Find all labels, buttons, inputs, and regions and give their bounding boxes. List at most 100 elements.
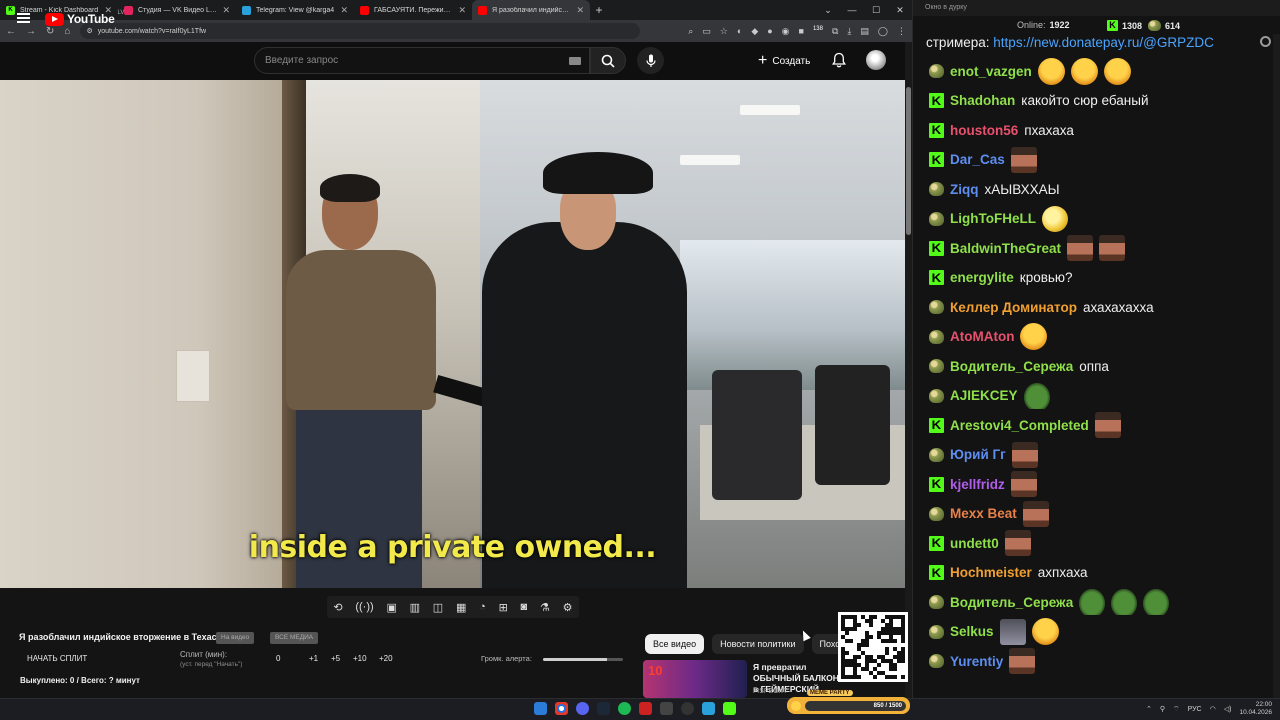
settings-gear-icon[interactable]: ⚙ <box>563 601 573 614</box>
chat-username[interactable]: Келлер Доминатор <box>950 300 1077 315</box>
telegram-icon[interactable] <box>702 702 715 715</box>
chat-username[interactable]: LighToFHeLL <box>950 211 1036 226</box>
chat-username[interactable]: Водитель_Сережа <box>950 595 1073 610</box>
forward-icon[interactable]: → <box>26 26 36 37</box>
extension-icon[interactable]: ◆ <box>751 26 758 37</box>
alert-volume-slider[interactable] <box>543 658 623 661</box>
camera-icon[interactable]: ◙ <box>521 601 528 613</box>
obs-icon[interactable] <box>681 702 694 715</box>
chat-username[interactable]: BaldwinTheGreat <box>950 241 1061 256</box>
input-language[interactable]: РУС <box>1188 706 1202 713</box>
browser-tab[interactable]: Студия — VK Видео Live ✕ <box>118 0 236 20</box>
browser-tab[interactable]: Telegram: View @karga4 ✕ <box>236 0 354 20</box>
profile-icon[interactable]: ◯ <box>878 26 888 37</box>
recommended-thumbnail[interactable]: 10 <box>643 660 747 698</box>
app-icon[interactable] <box>660 702 673 715</box>
youtube-logo[interactable]: YouTube LV <box>45 10 124 26</box>
chat-username[interactable]: undett0 <box>950 536 999 551</box>
chat-username[interactable]: energylite <box>950 270 1014 285</box>
create-button[interactable]: + Создать <box>758 49 810 73</box>
donate-link[interactable]: https://new.donatepay.ru/@GRPZDC <box>993 35 1214 50</box>
address-bar[interactable]: ⚙ youtube.com/watch?v=raIf0yL1Tfw <box>80 23 641 39</box>
extension-icon[interactable]: ● <box>767 26 772 37</box>
add-20-button[interactable]: +20 <box>379 654 393 663</box>
chip-politics-news[interactable]: Новости политики <box>712 634 804 654</box>
close-tab-icon[interactable]: ✕ <box>340 5 348 16</box>
chat-username[interactable]: Ziqq <box>950 182 979 197</box>
clip-icon[interactable]: ▥ <box>410 601 420 614</box>
network-icon[interactable]: ⌔ <box>1173 705 1180 714</box>
chat-username[interactable]: Shadohan <box>950 93 1015 108</box>
extension-icon[interactable]: ◐ <box>737 26 742 37</box>
chat-username[interactable]: Dar_Cas <box>950 152 1005 167</box>
page-scrollbar[interactable] <box>905 42 912 698</box>
spotify-icon[interactable] <box>618 702 631 715</box>
add-5-button[interactable]: +5 <box>331 654 340 663</box>
search-button[interactable] <box>590 47 626 74</box>
chat-scrollbar[interactable] <box>1273 34 1280 698</box>
close-window-button[interactable]: ✕ <box>888 0 912 20</box>
mic-tray-icon[interactable]: ⚲ <box>1160 705 1165 713</box>
extension-icon[interactable]: ■ <box>799 26 804 37</box>
video-player[interactable]: inside a private owned... <box>0 80 905 588</box>
list-icon[interactable]: ▦ <box>456 601 466 614</box>
close-tab-icon[interactable]: ✕ <box>458 5 466 16</box>
home-icon[interactable]: ⌂ <box>64 26 70 37</box>
menu-icon[interactable] <box>17 13 30 23</box>
chat-username[interactable]: Yurentiy <box>950 654 1003 669</box>
discord-icon[interactable] <box>576 702 589 715</box>
chat-username[interactable]: Mexx Beat <box>950 506 1017 521</box>
chat-username[interactable]: AtoMAton <box>950 329 1014 344</box>
split-icon[interactable]: ▤ <box>860 26 869 37</box>
add-1-button[interactable]: +1 <box>309 654 318 663</box>
chrome-icon[interactable] <box>555 702 568 715</box>
browser-tab[interactable]: Я разоблачил индийское… ✕ <box>472 0 590 20</box>
site-info-icon[interactable]: ⚙ <box>86 27 92 35</box>
volume-icon[interactable]: ◁) <box>1224 705 1232 713</box>
flask-icon[interactable]: ⚗ <box>540 601 550 614</box>
reload-icon[interactable]: ↻ <box>46 26 54 37</box>
bookmark-star-icon[interactable]: ☆ <box>720 26 728 37</box>
zoom-icon[interactable]: ⌕ <box>688 26 693 37</box>
close-tab-icon[interactable]: ✕ <box>576 5 584 16</box>
tag-pill[interactable]: На видео <box>216 632 255 644</box>
keyboard-icon[interactable] <box>569 57 581 65</box>
speed-icon[interactable]: ◔ <box>479 601 486 613</box>
steam-icon[interactable] <box>597 702 610 715</box>
tray-chevron-icon[interactable]: ⌃ <box>1146 705 1152 713</box>
download-icon[interactable]: ⤓ <box>847 26 851 37</box>
extensions-puzzle-icon[interactable]: ⧉ <box>832 26 838 37</box>
watch-later-icon[interactable]: ▣ <box>386 601 396 614</box>
chat-username[interactable]: Юрий Гг <box>950 447 1006 462</box>
add-10-button[interactable]: +10 <box>353 654 367 663</box>
chip-all-videos[interactable]: Все видео <box>645 634 705 654</box>
menu-dots-icon[interactable]: ⋮ <box>897 26 906 37</box>
chat-username[interactable]: Водитель_Сережа <box>950 359 1073 374</box>
browser-tab[interactable]: ГАБСАУЯТИ. Пережить индийск… ✕ <box>354 0 472 20</box>
subtitles-icon[interactable]: ⊞ <box>499 601 508 614</box>
close-tab-icon[interactable]: ✕ <box>222 5 230 16</box>
loop-icon[interactable]: ⟲ <box>333 601 342 614</box>
tag-pill[interactable]: ВСЕ МЕДИА <box>270 632 319 644</box>
extension-badge[interactable]: 138 <box>813 26 823 37</box>
chat-username[interactable]: houston56 <box>950 123 1018 138</box>
wifi-icon[interactable]: ◠ <box>1210 705 1216 713</box>
start-split-button[interactable]: НАЧАТЬ СПЛИТ <box>27 654 87 663</box>
tab-search-icon[interactable]: ⌄ <box>816 0 840 20</box>
back-icon[interactable]: ← <box>6 26 16 37</box>
app-icon[interactable] <box>639 702 652 715</box>
new-tab-button[interactable]: + <box>590 0 608 20</box>
recommended-channel[interactable]: FISPECKT <box>753 688 787 695</box>
notifications-bell-icon[interactable] <box>832 52 846 68</box>
broadcast-icon[interactable]: ((·)) <box>355 601 373 613</box>
screen-icon[interactable]: ◫ <box>433 601 443 614</box>
voice-search-button[interactable] <box>637 47 664 74</box>
start-icon[interactable] <box>534 702 547 715</box>
chat-username[interactable]: kjellfridz <box>950 477 1005 492</box>
chat-username[interactable]: Selkus <box>950 624 994 639</box>
cast-icon[interactable]: ▭ <box>702 26 711 37</box>
chat-username[interactable]: enot_vazgen <box>950 64 1032 79</box>
chat-username[interactable]: Hochmeister <box>950 565 1032 580</box>
avatar[interactable] <box>866 50 886 70</box>
split-value[interactable]: 0 <box>276 654 280 663</box>
